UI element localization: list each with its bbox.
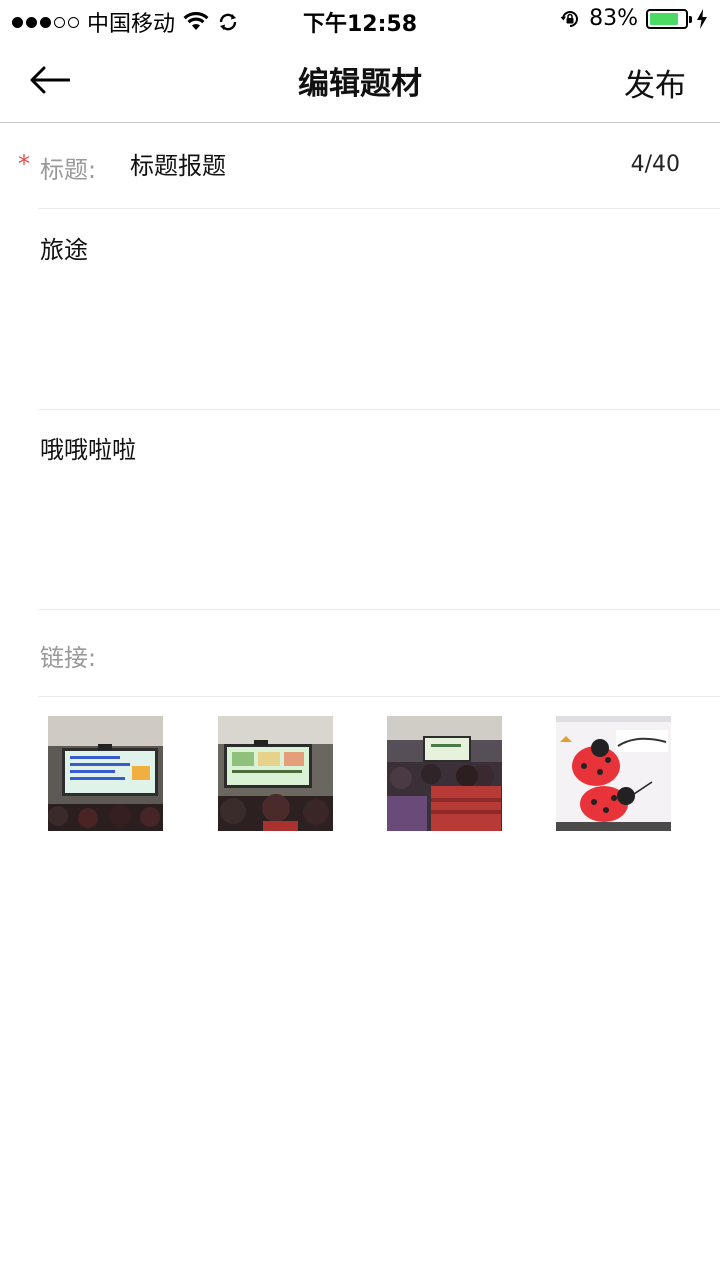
image-thumbnail-3[interactable] xyxy=(387,716,502,831)
rotation-lock-icon xyxy=(560,10,579,27)
content-textarea-1[interactable]: 旅途 xyxy=(40,230,680,400)
nav-bar: 编辑题材 发布 xyxy=(0,40,720,123)
publish-button[interactable]: 发布 xyxy=(624,60,686,105)
title-row: * 标题: 4/40 xyxy=(0,124,720,209)
photo-icon xyxy=(556,716,671,831)
divider xyxy=(38,409,720,410)
signal-strength-icon xyxy=(12,16,79,28)
divider xyxy=(38,208,720,209)
link-input[interactable] xyxy=(110,628,670,678)
divider xyxy=(38,609,720,610)
photo-icon xyxy=(48,716,163,831)
image-thumbnail-2[interactable] xyxy=(218,716,333,831)
content-textarea-2[interactable]: 哦哦啦啦 xyxy=(40,430,680,600)
carrier-name: 中国移动 xyxy=(87,12,176,37)
link-label: 链接: xyxy=(40,644,97,672)
wifi-icon xyxy=(183,12,209,30)
page-title: 编辑题材 xyxy=(298,66,422,102)
signal-dot xyxy=(12,16,23,28)
status-bar: 中国移动 下午12:58 83% xyxy=(0,0,720,40)
photo-icon xyxy=(218,716,333,831)
sync-icon xyxy=(219,13,237,31)
charging-bolt-icon xyxy=(697,8,707,29)
signal-dot xyxy=(40,16,51,28)
status-left: 中国移动 xyxy=(12,6,239,38)
battery-cap xyxy=(689,15,692,23)
photo-icon xyxy=(387,716,502,831)
back-arrow-icon xyxy=(30,66,70,94)
signal-dot xyxy=(26,16,37,28)
image-thumbnail-1[interactable] xyxy=(48,716,163,831)
title-char-counter: 4/40 xyxy=(630,152,680,177)
required-mark: * xyxy=(18,150,30,178)
image-thumbnail-4[interactable] xyxy=(556,716,671,831)
signal-dot xyxy=(54,16,65,28)
back-button[interactable] xyxy=(22,58,78,102)
status-right: 83% xyxy=(559,6,708,31)
battery-fill xyxy=(650,12,679,25)
battery-icon xyxy=(646,8,692,29)
title-input[interactable] xyxy=(130,138,590,188)
battery-percent: 83% xyxy=(589,6,638,31)
divider xyxy=(38,696,720,697)
signal-dot xyxy=(68,16,79,28)
title-label: 标题: xyxy=(40,156,97,184)
